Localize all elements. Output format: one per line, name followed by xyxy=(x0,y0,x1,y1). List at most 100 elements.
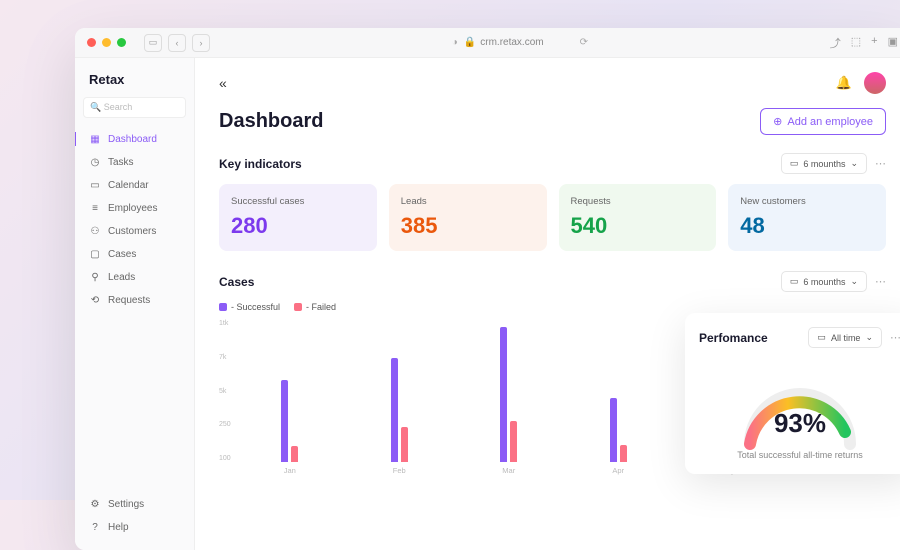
kpi-row: Successful cases280 Leads385 Requests540… xyxy=(219,184,886,251)
sidebar-item-label: Requests xyxy=(108,295,150,306)
x-label: Feb xyxy=(357,466,443,475)
top-row: « 🔔 xyxy=(219,72,886,94)
bar-group xyxy=(466,327,552,462)
kpi-requests[interactable]: Requests540 xyxy=(559,184,717,251)
chevron-down-icon: ⌄ xyxy=(850,276,858,287)
cases-period-select[interactable]: ▭6 mounths⌄ xyxy=(781,271,867,292)
shield-icon: ◑ xyxy=(452,37,458,48)
sidebar-item-calendar[interactable]: ▭ Calendar xyxy=(83,174,186,196)
cases-title: Cases xyxy=(219,275,254,289)
kpi-successful-cases[interactable]: Successful cases280 xyxy=(219,184,377,251)
kpi-new-customers[interactable]: New customers48 xyxy=(728,184,886,251)
sidebar-item-cases[interactable]: ▢Cases xyxy=(83,243,186,265)
perf-title: Perfomance xyxy=(699,331,768,345)
bar-group xyxy=(247,380,333,462)
sidebar-item-tasks[interactable]: ◷ Tasks xyxy=(83,151,186,173)
add-employee-button[interactable]: ⊕Add an employee xyxy=(760,108,886,135)
close-icon[interactable] xyxy=(87,38,96,47)
sidebar-item-label: Calendar xyxy=(108,180,149,191)
circle-check-icon: ◷ xyxy=(89,156,101,168)
more-icon[interactable]: ⋯ xyxy=(875,157,886,170)
sidebar-item-settings[interactable]: ⚙Settings xyxy=(83,493,186,515)
gauge-chart: 93% xyxy=(730,364,870,444)
maximize-icon[interactable] xyxy=(117,38,126,47)
bar[interactable] xyxy=(391,358,398,462)
sidebar-toggle-icon[interactable]: ▭ xyxy=(144,34,162,52)
nav-list: ▦ Dashboard ◷ Tasks ▭ Calendar ≡ Employees ⚇… xyxy=(83,128,186,311)
bar[interactable] xyxy=(281,380,288,462)
request-icon: ⟲ xyxy=(89,294,101,306)
sidebar-item-label: Leads xyxy=(108,272,135,283)
header-row: Dashboard ⊕Add an employee xyxy=(219,108,886,135)
chevron-down-icon: ⌄ xyxy=(865,332,873,343)
grid-icon: ▦ xyxy=(89,133,101,145)
bar[interactable] xyxy=(510,421,517,462)
calendar-icon: ▭ xyxy=(790,158,799,169)
add-tab-icon[interactable]: + xyxy=(871,35,877,51)
gauge-value: 93% xyxy=(730,408,870,439)
tabs-icon[interactable]: ▣ xyxy=(888,35,898,51)
bar[interactable] xyxy=(291,446,298,462)
page-title: Dashboard xyxy=(219,110,323,133)
bar[interactable] xyxy=(610,398,617,462)
plus-icon: ⊕ xyxy=(773,115,782,128)
sidebar-item-customers[interactable]: ⚇ Customers xyxy=(83,220,186,242)
people-icon: ⚇ xyxy=(89,225,101,237)
download-icon[interactable]: ⬚ xyxy=(851,35,861,51)
browser-actions: ⤴ ⬚ + ▣ xyxy=(830,35,898,51)
kpi-leads[interactable]: Leads385 xyxy=(389,184,547,251)
collapse-icon[interactable]: « xyxy=(219,75,227,91)
chart-legend: - Successful - Failed xyxy=(219,302,886,312)
kpi-period-select[interactable]: ▭6 mounths⌄ xyxy=(781,153,867,174)
traffic-lights[interactable] xyxy=(87,38,126,47)
y-axis: 1tk7k5k250100 xyxy=(219,320,231,462)
bar[interactable] xyxy=(500,327,507,462)
lock-icon: 🔒 xyxy=(464,37,476,48)
sidebar-item-label: Employees xyxy=(108,203,157,214)
calendar-icon: ▭ xyxy=(790,276,799,287)
bell-icon[interactable]: 🔔 xyxy=(836,75,852,91)
chevron-down-icon: ⌄ xyxy=(850,158,858,169)
calendar-icon: ▭ xyxy=(817,332,826,343)
refresh-icon[interactable]: ⟳ xyxy=(580,37,588,48)
more-icon[interactable]: ⋯ xyxy=(890,331,900,344)
sidebar-item-help[interactable]: ? Help xyxy=(83,516,186,538)
sidebar-item-label: Tasks xyxy=(108,157,134,168)
nav-buttons: ▭ ‹ › xyxy=(144,34,210,52)
back-icon[interactable]: ‹ xyxy=(168,34,186,52)
sidebar-item-leads[interactable]: ⚲Leads xyxy=(83,266,186,288)
x-label: Mar xyxy=(466,466,552,475)
bar[interactable] xyxy=(620,445,627,462)
avatar[interactable] xyxy=(864,72,886,94)
legend-successful: - Successful xyxy=(219,302,280,312)
forward-icon[interactable]: › xyxy=(192,34,210,52)
url-text: 🔒crm.retax.com xyxy=(464,37,544,48)
bar[interactable] xyxy=(401,427,408,463)
brand-logo: Retax xyxy=(83,70,186,97)
bar-group xyxy=(357,358,443,462)
x-label: Apr xyxy=(576,466,662,475)
search-input[interactable]: 🔍 Search xyxy=(83,97,186,118)
sidebar-item-label: Settings xyxy=(108,499,144,510)
help-icon: ? xyxy=(89,521,101,533)
sidebar-item-label: Dashboard xyxy=(108,134,157,145)
more-icon[interactable]: ⋯ xyxy=(875,275,886,288)
sidebar-item-dashboard[interactable]: ▦ Dashboard xyxy=(83,128,186,150)
list-icon: ≡ xyxy=(89,202,101,214)
sidebar-item-employees[interactable]: ≡ Employees xyxy=(83,197,186,219)
url-bar[interactable]: ◑ 🔒crm.retax.com ⟳ xyxy=(220,37,820,48)
sidebar-item-label: Cases xyxy=(108,249,136,260)
sidebar-item-label: Help xyxy=(108,522,129,533)
minimize-icon[interactable] xyxy=(102,38,111,47)
browser-window: ▭ ‹ › ◑ 🔒crm.retax.com ⟳ ⤴ ⬚ + ▣ Retax 🔍… xyxy=(75,28,900,550)
app-shell: Retax 🔍 Search ▦ Dashboard ◷ Tasks ▭ Calend… xyxy=(75,58,900,550)
sidebar-item-requests[interactable]: ⟲ Requests xyxy=(83,289,186,311)
perf-period-select[interactable]: ▭All time⌄ xyxy=(808,327,882,348)
calendar-icon: ▭ xyxy=(89,179,101,191)
sidebar: Retax 🔍 Search ▦ Dashboard ◷ Tasks ▭ Calend… xyxy=(75,58,195,550)
legend-failed: - Failed xyxy=(294,302,336,312)
kpi-title: Key indicators xyxy=(219,157,302,171)
share-icon[interactable]: ⤴ xyxy=(830,35,841,51)
sidebar-item-label: Customers xyxy=(108,226,156,237)
bar-group xyxy=(576,398,662,462)
